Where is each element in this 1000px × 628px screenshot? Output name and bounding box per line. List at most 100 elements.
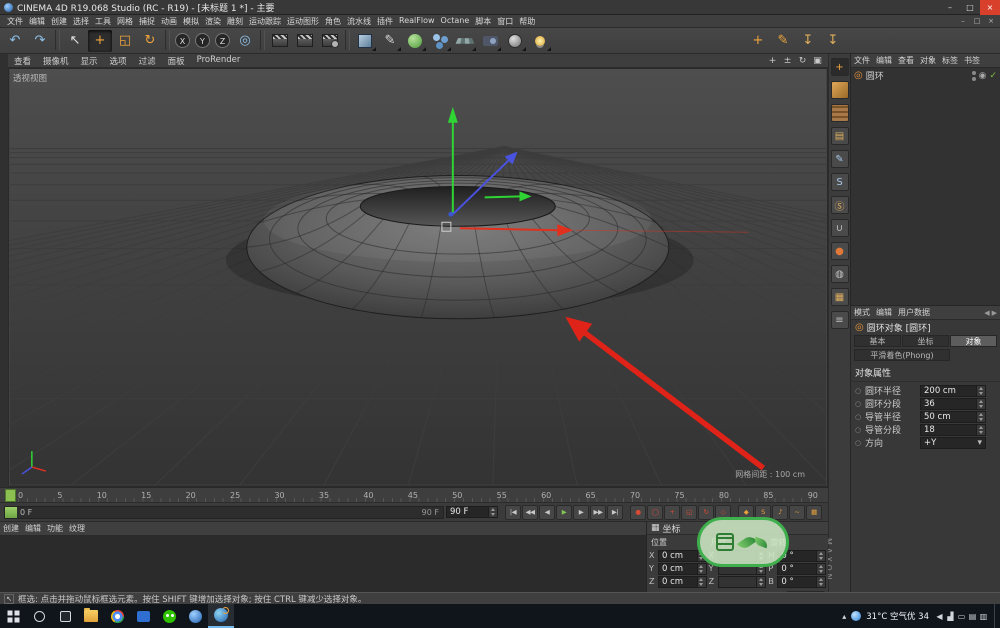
menu-item[interactable]: RealFlow (396, 16, 438, 27)
stepper[interactable] (976, 425, 985, 435)
minimize-button[interactable]: – (940, 0, 960, 15)
wechat-icon[interactable] (156, 604, 182, 628)
bricks-icon[interactable] (831, 104, 849, 122)
stepper[interactable] (976, 399, 985, 409)
lock-z-axis-button[interactable]: Z (213, 30, 232, 52)
menu-item[interactable]: 雕刻 (224, 16, 246, 27)
prev-key-button[interactable]: ◀◀ (522, 505, 538, 520)
menu-item[interactable]: 文件 (4, 16, 26, 27)
stepper[interactable] (816, 551, 825, 561)
next-frame-button[interactable]: ▶ (573, 505, 589, 520)
menu-item[interactable]: 窗口 (494, 16, 516, 27)
attribute-tab[interactable]: 平滑着色(Phong) (854, 349, 950, 361)
toolbar-separator[interactable] (345, 30, 350, 50)
import-plugin-button[interactable]: ↧ (796, 30, 820, 52)
lock-y-axis-button[interactable]: Y (193, 30, 212, 52)
timeline-ruler[interactable]: 051015202530354045505560657075808590 (0, 487, 828, 502)
sweep-icon[interactable]: Ⓢ (831, 196, 849, 214)
add-plus-button[interactable]: + (746, 30, 770, 52)
inner-close-button[interactable]: × (984, 17, 998, 25)
render-settings-button[interactable] (318, 30, 342, 52)
toolbar-separator[interactable] (55, 30, 60, 50)
record-keyframe-button[interactable]: ● (630, 505, 646, 520)
notification-center-icon[interactable]: ▥ (978, 612, 989, 621)
magnet-icon[interactable]: ∪ (831, 219, 849, 237)
navigation-pad-icon[interactable]: + (831, 58, 849, 76)
coordinate-field[interactable] (718, 576, 767, 588)
camera-object-button[interactable] (478, 30, 502, 52)
menu-item[interactable]: 插件 (374, 16, 396, 27)
attribute-field[interactable]: 50 cm ▾ (920, 411, 986, 423)
attribute-menu-item[interactable]: 用户数据 (895, 307, 933, 318)
weather-text[interactable]: 31°C 空气优 34 (866, 610, 929, 622)
phong-tag-icon[interactable]: ◉ (979, 71, 987, 81)
menu-item[interactable]: 渲染 (202, 16, 224, 27)
torus-object[interactable] (247, 175, 669, 318)
object-row-torus[interactable]: ◎ 圆环 ◉ ✓ (851, 68, 1000, 83)
menu-item[interactable]: 编辑 (26, 16, 48, 27)
stepper[interactable] (976, 412, 985, 422)
animation-dot[interactable]: ○ (855, 426, 862, 434)
undo-button[interactable]: ↶ (3, 30, 27, 52)
stepper[interactable] (488, 507, 497, 517)
attribute-field[interactable]: 18 ▾ (920, 424, 986, 436)
viewport-menu-item[interactable]: 面板 (162, 55, 191, 67)
wire-sphere-icon[interactable]: ◍ (831, 265, 849, 283)
object-manager-menu-item[interactable]: 查看 (895, 55, 917, 66)
rotate-view-icon[interactable]: ↻ (797, 56, 808, 66)
record-position-toggle[interactable]: + (664, 505, 680, 520)
toggle-views-icon[interactable]: ▣ (812, 56, 823, 66)
array-object-button[interactable] (428, 30, 452, 52)
animation-dot[interactable]: ○ (855, 439, 862, 447)
stepper[interactable] (697, 577, 706, 587)
attribute-tab[interactable]: 基本 (854, 335, 901, 347)
menu-item[interactable]: 帮助 (516, 16, 538, 27)
start-button[interactable] (0, 604, 26, 628)
coordinate-field[interactable]: 0 cm (658, 563, 707, 575)
menu-item[interactable]: 脚本 (472, 16, 494, 27)
object-name[interactable]: 圆环 (866, 69, 884, 82)
move-tool[interactable]: + (88, 30, 112, 52)
object-manager-menu-item[interactable]: 文件 (851, 55, 873, 66)
magic-pen-button[interactable]: ✎ (771, 30, 795, 52)
zoom-view-icon[interactable]: ± (782, 56, 793, 66)
minimum-maximum-button[interactable]: ~ (789, 505, 805, 520)
material-menu-item[interactable]: 编辑 (22, 523, 44, 534)
viewport-menu-item[interactable]: 摄像机 (37, 55, 75, 67)
coordinate-field[interactable]: 0 ° (777, 576, 826, 588)
paint-ball-icon[interactable]: ● (831, 242, 849, 260)
slider-handle[interactable] (5, 507, 17, 518)
cinema4d-icon[interactable] (208, 604, 234, 628)
menu-item[interactable]: 运动跟踪 (246, 16, 284, 27)
material-menu-item[interactable]: 功能 (44, 523, 66, 534)
object-manager-menu-item[interactable]: 书签 (961, 55, 983, 66)
viewport-menu-item[interactable]: 选项 (104, 55, 133, 67)
menu-item[interactable]: 工具 (92, 16, 114, 27)
floor-object-button[interactable] (453, 30, 477, 52)
history-back-icon[interactable]: ◀ (984, 309, 989, 317)
menu-item[interactable]: 动画 (158, 16, 180, 27)
play-button[interactable]: ▶ (556, 505, 572, 520)
animation-dot[interactable]: ○ (855, 413, 862, 421)
network-icon[interactable]: ▟ (945, 612, 956, 621)
menu-item[interactable]: 网格 (114, 16, 136, 27)
stepper[interactable] (697, 564, 706, 574)
attribute-field[interactable]: 36 ▾ (920, 398, 986, 410)
menu-item[interactable]: 运动图形 (284, 16, 322, 27)
light-object-button[interactable] (528, 30, 552, 52)
end-frame-field[interactable]: 90 F (446, 506, 498, 518)
material-menu-item[interactable]: 创建 (0, 523, 22, 534)
goto-start-button[interactable]: |◀ (505, 505, 521, 520)
stepper[interactable] (816, 564, 825, 574)
coordinate-system-button[interactable]: ◎ (233, 30, 257, 52)
next-key-button[interactable]: ▶▶ (590, 505, 606, 520)
material-menu-item[interactable]: 纹理 (66, 523, 88, 534)
prev-frame-button[interactable]: ◀ (539, 505, 555, 520)
maximize-button[interactable]: □ (960, 0, 980, 15)
menu-item[interactable]: 模拟 (180, 16, 202, 27)
subdivision-surface-button[interactable] (403, 30, 427, 52)
object-manager-menu-item[interactable]: 标签 (939, 55, 961, 66)
menu-item[interactable]: 选择 (70, 16, 92, 27)
menu-item[interactable]: 流水线 (344, 16, 374, 27)
autokey-toggle[interactable]: ◯ (647, 505, 663, 520)
